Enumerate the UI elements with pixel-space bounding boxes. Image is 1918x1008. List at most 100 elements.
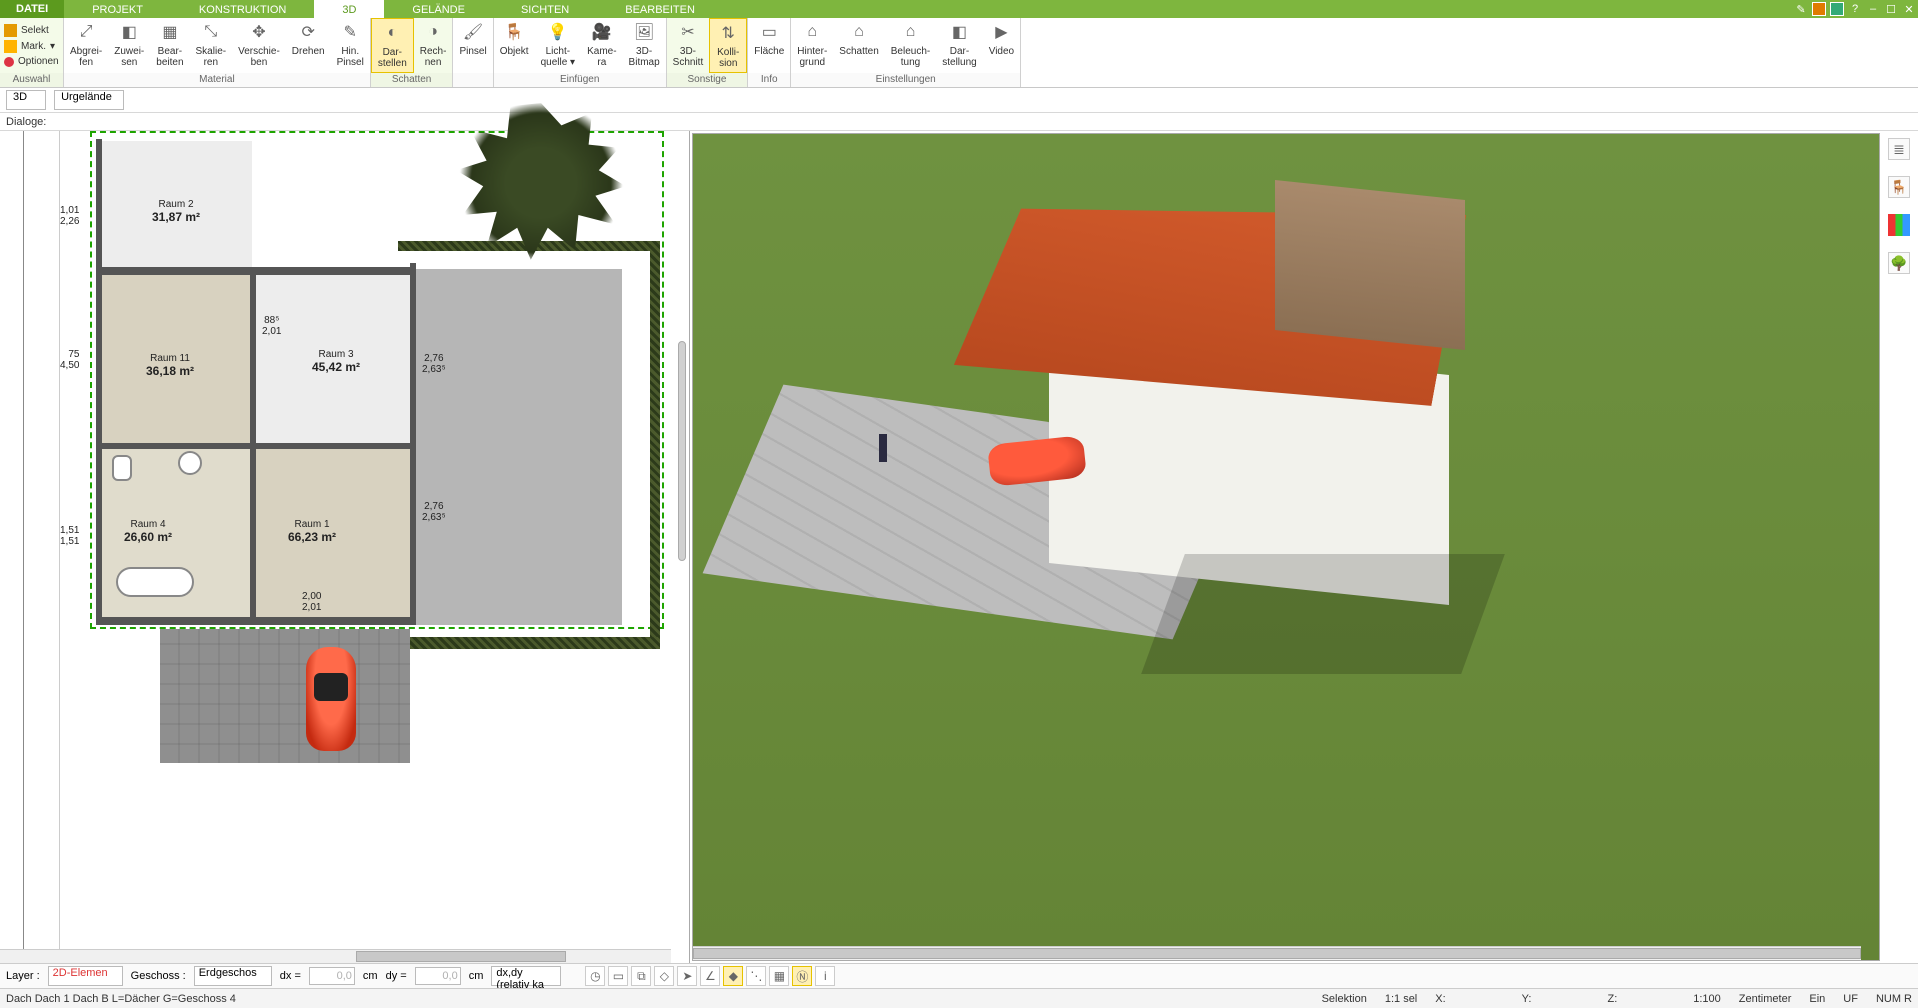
ribbon-group-auswahl: Selekt Mark.▾ Optionen Auswahl bbox=[0, 18, 64, 87]
darstellen-button[interactable]: ◐Dar- stellen bbox=[371, 18, 414, 73]
furniture-icon[interactable]: 🪑 bbox=[1888, 176, 1910, 198]
darstellung-button[interactable]: ◧Dar- stellung bbox=[936, 18, 982, 73]
tree-tool-icon[interactable]: 🌳 bbox=[1888, 252, 1910, 274]
mark-tool[interactable]: Mark.▾ bbox=[4, 40, 59, 53]
3d-schnitt-label: 3D- Schnitt bbox=[673, 46, 704, 68]
skalieren-label: Skalie- ren bbox=[196, 46, 227, 68]
ribbon: Selekt Mark.▾ Optionen Auswahl ⤢Abgrei- … bbox=[0, 18, 1918, 88]
dimension-label: 75 4,50 bbox=[60, 349, 79, 371]
options-tool[interactable]: Optionen bbox=[4, 56, 59, 67]
bearbeiten-icon: ▦ bbox=[158, 20, 182, 44]
menu-tab-konstruktion[interactable]: KONSTRUKTION bbox=[171, 0, 314, 18]
diamond-toggle[interactable]: ◇ bbox=[654, 966, 674, 986]
objekt-label: Objekt bbox=[500, 46, 529, 57]
ribbon-group-info: ▭FlächeInfo bbox=[748, 18, 791, 87]
north-toggle[interactable]: Ⓝ bbox=[792, 966, 812, 986]
3d-hscroll[interactable] bbox=[693, 946, 1861, 960]
layer-label: Layer : bbox=[6, 970, 40, 982]
hin-pinsel-label: Hin. Pinsel bbox=[337, 46, 364, 68]
status-uf: UF bbox=[1843, 993, 1858, 1005]
layers-icon[interactable]: ≣ bbox=[1888, 138, 1910, 160]
monitor-toggle[interactable]: ▭ bbox=[608, 966, 628, 986]
dimension-label: 2,00 2,01 bbox=[302, 591, 321, 613]
toilet-icon bbox=[112, 455, 132, 481]
room-label: Raum 345,42 m² bbox=[312, 349, 360, 374]
zuweisen-button[interactable]: ◧Zuwei- sen bbox=[108, 18, 150, 73]
square-orange-icon[interactable] bbox=[1810, 0, 1828, 18]
skalieren-button[interactable]: ⤡Skalie- ren bbox=[190, 18, 233, 73]
lichtquelle-button[interactable]: 💡Licht- quelle ▾ bbox=[535, 18, 582, 73]
arrow-toggle[interactable]: ➤ bbox=[677, 966, 697, 986]
menu-tab-projekt[interactable]: PROJEKT bbox=[64, 0, 171, 18]
status-z: Z: bbox=[1607, 993, 1617, 1005]
status-x: X: bbox=[1435, 993, 1445, 1005]
help-icon[interactable]: ? bbox=[1846, 0, 1864, 18]
info-toggle[interactable]: i bbox=[815, 966, 835, 986]
pane-splitter[interactable] bbox=[678, 341, 686, 561]
grid-dots-toggle[interactable]: ⋱ bbox=[746, 966, 766, 986]
dy-label: dy = bbox=[386, 970, 407, 982]
kollision-button[interactable]: ⇅Kolli- sion bbox=[709, 18, 747, 73]
bearbeiten-button[interactable]: ▦Bear- beiten bbox=[150, 18, 189, 73]
grid-toggle[interactable]: ▦ bbox=[769, 966, 789, 986]
clock-toggle[interactable]: ◷ bbox=[585, 966, 605, 986]
abgreifen-button[interactable]: ⤢Abgrei- fen bbox=[64, 18, 108, 73]
plan-hscroll[interactable] bbox=[0, 949, 671, 963]
ribbon-group-x: 🖌Pinsel bbox=[453, 18, 493, 87]
menu-tab-sichten[interactable]: SICHTEN bbox=[493, 0, 597, 18]
terrain-select[interactable]: Urgelände bbox=[54, 90, 124, 110]
snap-blue-toggle[interactable]: ◆ bbox=[723, 966, 743, 986]
drehen-button[interactable]: ⟳Drehen bbox=[286, 18, 331, 73]
menu-tab-bearbeiten[interactable]: BEARBEITEN bbox=[597, 0, 723, 18]
overlap-toggle[interactable]: ⧉ bbox=[631, 966, 651, 986]
flaeche-button[interactable]: ▭Fläche bbox=[748, 18, 790, 73]
schatten-set-button[interactable]: ⌂Schatten bbox=[833, 18, 884, 73]
select-tool[interactable]: Selekt bbox=[4, 24, 59, 37]
kamera-button[interactable]: 🎥Kame- ra bbox=[581, 18, 622, 73]
ribbon-group-einfügen: 🪑 Objekt 💡Licht- quelle ▾🎥Kame- ra🖼3D- Bit… bbox=[494, 18, 667, 87]
menu-tab-3d[interactable]: 3D bbox=[314, 0, 384, 18]
skalieren-icon: ⤡ bbox=[199, 20, 223, 44]
floor-select[interactable]: Erdgeschos bbox=[194, 966, 272, 986]
hin-pinsel-icon: ✎ bbox=[338, 20, 362, 44]
hintergrund-button[interactable]: ⌂Hinter- grund bbox=[791, 18, 833, 73]
materials-icon[interactable] bbox=[1888, 214, 1910, 236]
minimize-button[interactable]: – bbox=[1864, 0, 1882, 18]
3d-view[interactable] bbox=[692, 133, 1880, 961]
3d-schnitt-button[interactable]: ✂3D- Schnitt bbox=[667, 18, 710, 73]
ribbon-group-label: Info bbox=[748, 73, 790, 87]
view-mode-select[interactable]: 3D bbox=[6, 90, 46, 110]
layer-select[interactable]: 2D-Elemen bbox=[48, 966, 123, 986]
pinsel-button[interactable]: 🖌Pinsel bbox=[453, 18, 492, 73]
ribbon-group-label: Einstellungen bbox=[791, 73, 1020, 87]
menu-tab-datei[interactable]: DATEI bbox=[0, 0, 64, 18]
verschieben-icon: ✥ bbox=[247, 20, 271, 44]
rechnen-button[interactable]: ◑Rech- nen bbox=[414, 18, 453, 73]
plan-view[interactable]: 1,01 2,2675 4,501,51 1,51 Raum 231,87 bbox=[0, 131, 690, 963]
hintergrund-label: Hinter- grund bbox=[797, 46, 827, 68]
rechnen-label: Rech- nen bbox=[420, 46, 447, 68]
dx-input[interactable] bbox=[309, 967, 355, 985]
maximize-button[interactable]: ☐ bbox=[1882, 0, 1900, 18]
view-select-bar: 3D Urgelände bbox=[0, 88, 1918, 113]
pen-icon[interactable]: ✎ bbox=[1792, 0, 1810, 18]
verschieben-button[interactable]: ✥Verschie- ben bbox=[232, 18, 286, 73]
objekt-button[interactable]: 🪑 Objekt bbox=[494, 18, 535, 73]
unit-label: cm bbox=[363, 970, 378, 982]
coord-desc[interactable]: dx,dy (relativ ka bbox=[491, 966, 561, 986]
hin-pinsel-button[interactable]: ✎Hin. Pinsel bbox=[331, 18, 370, 73]
menu-bar: DATEI PROJEKT KONSTRUKTION 3D GELÄNDE SI… bbox=[0, 0, 1918, 18]
3d-bitmap-button[interactable]: 🖼3D- Bitmap bbox=[623, 18, 666, 73]
menu-tab-gelaende[interactable]: GELÄNDE bbox=[384, 0, 493, 18]
angle-toggle[interactable]: ∠ bbox=[700, 966, 720, 986]
car-icon bbox=[306, 647, 356, 751]
status-bar: Dach Dach 1 Dach B L=Dächer G=Geschoss 4… bbox=[0, 988, 1918, 1008]
objekt-icon: 🪑 bbox=[502, 20, 526, 44]
dy-input[interactable] bbox=[415, 967, 461, 985]
square-green-icon[interactable] bbox=[1828, 0, 1846, 18]
beleuchtung-button[interactable]: ⌂Beleuch- tung bbox=[885, 18, 936, 73]
video-button[interactable]: ▶Video bbox=[983, 18, 1020, 73]
close-button[interactable]: ✕ bbox=[1900, 0, 1918, 18]
beleuchtung-label: Beleuch- tung bbox=[891, 46, 930, 68]
kollision-icon: ⇅ bbox=[716, 21, 740, 45]
